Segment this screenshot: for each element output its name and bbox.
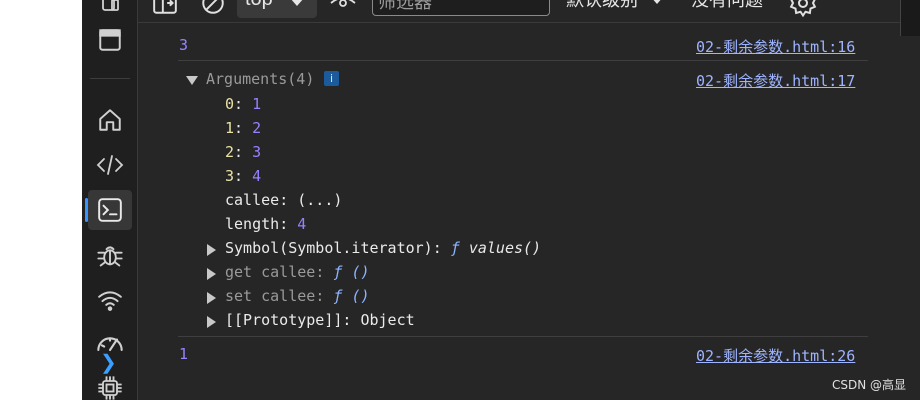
expand-triangle-icon[interactable] bbox=[207, 240, 216, 258]
arguments-summary[interactable]: Arguments(4) bbox=[206, 70, 314, 88]
property-value: values() bbox=[468, 239, 542, 257]
message-divider bbox=[178, 336, 868, 337]
property-row: 1: 2 bbox=[225, 119, 262, 137]
property-value: 1 bbox=[252, 95, 262, 113]
expand-triangle-icon[interactable] bbox=[207, 312, 216, 330]
property-key: [[Prototype]] bbox=[225, 311, 343, 329]
property-value[interactable]: (...) bbox=[297, 191, 342, 209]
property-key: get callee bbox=[225, 263, 316, 281]
property-row: callee: (...) bbox=[225, 191, 343, 209]
source-link[interactable]: 02-剩余参数.html:17 bbox=[696, 70, 855, 91]
property-key: 3 bbox=[225, 167, 235, 185]
source-link[interactable]: 02-剩余参数.html:26 bbox=[696, 345, 855, 366]
console-icon[interactable] bbox=[85, 190, 132, 230]
console-prompt-chevron-icon[interactable]: ❯ bbox=[100, 350, 117, 375]
property-key: 1 bbox=[225, 119, 235, 137]
log-value: 1 bbox=[179, 345, 189, 363]
device-toolbar-icon[interactable] bbox=[88, 0, 132, 22]
levels-chevron-down-icon bbox=[653, 0, 661, 4]
activity-divider bbox=[90, 78, 130, 79]
chevron-down-icon bbox=[291, 0, 303, 6]
property-value: () bbox=[351, 263, 370, 281]
property-value: Object bbox=[360, 311, 415, 329]
log-value: 3 bbox=[179, 36, 189, 54]
elements-code-icon[interactable] bbox=[88, 145, 132, 185]
property-key: Symbol(Symbol.iterator) bbox=[225, 239, 433, 257]
message-divider bbox=[178, 60, 868, 61]
property-key: 0 bbox=[225, 95, 235, 113]
property-key: callee bbox=[225, 191, 280, 209]
devtools-panel: top 筛选器 默认级别 没有问题 3 02-剩余参数.html:16 Argu… bbox=[82, 0, 920, 400]
arguments-label: Arguments bbox=[206, 70, 288, 88]
property-value: 2 bbox=[252, 119, 262, 137]
context-selector[interactable]: top bbox=[237, 0, 317, 18]
function-glyph: ƒ bbox=[333, 263, 343, 281]
expand-triangle-icon[interactable] bbox=[207, 264, 216, 282]
log-levels-label: 默认级别 bbox=[566, 0, 638, 10]
filter-input[interactable]: 筛选器 bbox=[372, 0, 550, 16]
context-label: top bbox=[245, 0, 273, 11]
property-key: length bbox=[225, 215, 280, 233]
info-icon[interactable]: i bbox=[324, 71, 339, 86]
property-value: 4 bbox=[297, 215, 307, 233]
sidebar-toggle-icon[interactable] bbox=[152, 0, 178, 21]
function-glyph: ƒ bbox=[333, 287, 343, 305]
property-row: length: 4 bbox=[225, 215, 307, 233]
source-link[interactable]: 02-剩余参数.html:16 bbox=[696, 36, 855, 57]
clear-console-icon[interactable] bbox=[200, 0, 226, 21]
property-row: 2: 3 bbox=[225, 143, 262, 161]
live-expression-eye-icon[interactable] bbox=[328, 0, 358, 21]
function-glyph: ƒ bbox=[450, 239, 460, 257]
window-icon[interactable] bbox=[88, 20, 132, 60]
expand-triangle-icon[interactable] bbox=[207, 288, 216, 306]
property-key: 2 bbox=[225, 143, 235, 161]
activity-bar bbox=[82, 0, 138, 400]
bug-icon[interactable] bbox=[88, 235, 132, 275]
console-toolbar: top 筛选器 默认级别 没有问题 bbox=[138, 0, 920, 23]
property-row: 3: 4 bbox=[225, 167, 262, 185]
expand-triangle-icon[interactable] bbox=[186, 71, 198, 89]
log-levels-dropdown[interactable]: 默认级别 bbox=[566, 0, 665, 12]
property-value: 4 bbox=[252, 167, 262, 185]
property-value: 3 bbox=[252, 143, 262, 161]
wifi-network-icon[interactable] bbox=[88, 280, 132, 320]
property-row: 0: 1 bbox=[225, 95, 262, 113]
console-output: 3 02-剩余参数.html:16 Arguments(4) i 02-剩余参数… bbox=[138, 23, 920, 400]
settings-gear-icon[interactable] bbox=[788, 0, 818, 23]
watermark: CSDN @高显 bbox=[832, 378, 907, 392]
issues-counter[interactable]: 没有问题 bbox=[691, 0, 763, 12]
home-icon[interactable] bbox=[88, 100, 132, 140]
property-key: set callee bbox=[225, 287, 316, 305]
property-value: () bbox=[351, 287, 370, 305]
arguments-count: (4) bbox=[287, 70, 315, 88]
